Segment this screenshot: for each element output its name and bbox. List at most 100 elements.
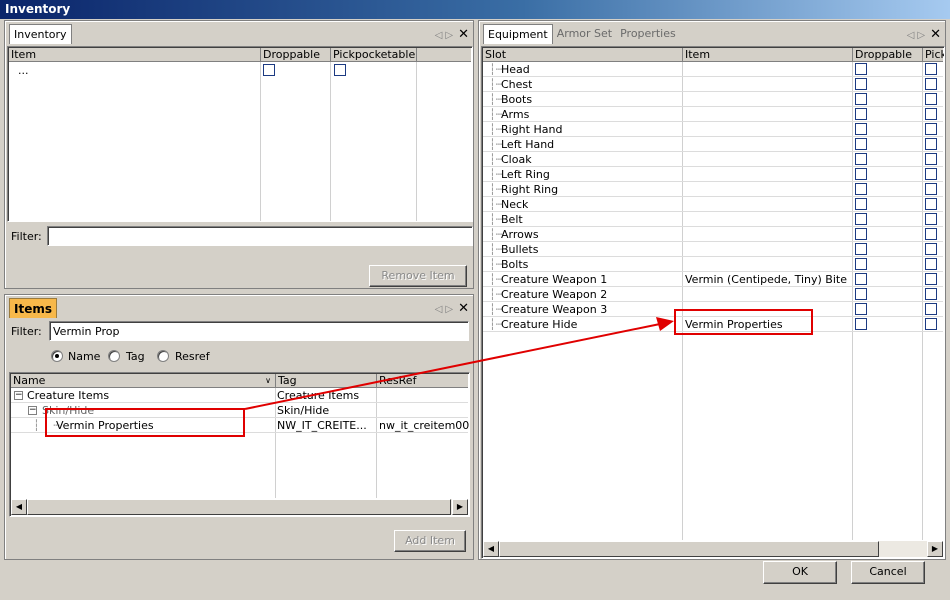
items-filter-input[interactable]: Vermin Prop xyxy=(49,321,469,341)
droppable-checkbox[interactable] xyxy=(855,243,867,255)
tab-properties[interactable]: Properties xyxy=(616,24,680,44)
equipment-item-value[interactable] xyxy=(685,77,851,92)
equipment-item-value[interactable] xyxy=(685,62,851,77)
equipment-row[interactable]: ┆┄ Right Hand xyxy=(483,122,943,137)
scroll-thumb[interactable] xyxy=(499,541,879,557)
pickpocketable-checkbox[interactable] xyxy=(925,153,937,165)
tab-equipment[interactable]: Equipment xyxy=(483,24,553,44)
items-tree-grid[interactable]: Name ∨ Tag ResRef − Creature Items Creat… xyxy=(9,372,470,517)
ok-button[interactable]: OK xyxy=(763,561,837,584)
equipment-item-value[interactable] xyxy=(685,107,851,122)
pane-next-icon[interactable]: ▷ xyxy=(445,304,456,315)
pickpocketable-checkbox[interactable] xyxy=(925,63,937,75)
scroll-right-icon[interactable]: ▶ xyxy=(452,499,468,515)
droppable-checkbox[interactable] xyxy=(855,303,867,315)
droppable-checkbox[interactable] xyxy=(855,153,867,165)
droppable-checkbox[interactable] xyxy=(855,183,867,195)
tab-inventory[interactable]: Inventory xyxy=(9,24,72,44)
equipment-row[interactable]: ┆┄ Boots xyxy=(483,92,943,107)
equipment-item-value[interactable] xyxy=(685,197,851,212)
droppable-checkbox[interactable] xyxy=(855,288,867,300)
equipment-item-value[interactable]: Vermin (Centipede, Tiny) Bite xyxy=(685,272,851,287)
equipment-item-value[interactable] xyxy=(685,152,851,167)
equipment-row[interactable]: ┆┄ Left Ring xyxy=(483,167,943,182)
cancel-button[interactable]: Cancel xyxy=(851,561,925,584)
droppable-checkbox[interactable] xyxy=(855,198,867,210)
equipment-row[interactable]: ┆┄ Bullets xyxy=(483,242,943,257)
pane-prev-icon[interactable]: ◁ xyxy=(907,30,918,41)
column-header-droppable[interactable]: Droppable xyxy=(853,48,923,62)
pane-next-icon[interactable]: ▷ xyxy=(445,30,456,41)
droppable-checkbox[interactable] xyxy=(855,168,867,180)
inventory-filter-input[interactable] xyxy=(47,226,473,246)
radio-resref[interactable] xyxy=(157,350,169,362)
equipment-item-value[interactable] xyxy=(685,257,851,272)
pickpocketable-checkbox[interactable] xyxy=(925,303,937,315)
inventory-grid[interactable]: Item Droppable Pickpocketable ... xyxy=(7,46,473,222)
equipment-horizontal-scrollbar[interactable]: ◀ ▶ xyxy=(483,541,943,557)
scroll-thumb[interactable] xyxy=(27,499,451,515)
column-header-resref[interactable]: ResRef xyxy=(377,374,469,388)
tab-items[interactable]: Items xyxy=(9,298,57,318)
remove-item-button[interactable]: Remove Item xyxy=(369,265,467,287)
droppable-checkbox[interactable] xyxy=(855,273,867,285)
pickpocketable-checkbox[interactable] xyxy=(925,183,937,195)
close-icon[interactable]: ✕ xyxy=(458,27,469,42)
column-header-item[interactable]: Item xyxy=(683,48,853,62)
equipment-item-value[interactable] xyxy=(685,212,851,227)
tree-collapse-icon[interactable]: − xyxy=(28,406,37,415)
column-header-pickpocketable[interactable]: Pickp xyxy=(923,48,944,62)
equipment-item-value[interactable] xyxy=(685,242,851,257)
droppable-checkbox[interactable] xyxy=(855,108,867,120)
tab-armor-set[interactable]: Armor Set xyxy=(553,24,616,44)
column-header-name[interactable]: Name ∨ xyxy=(11,374,276,388)
add-item-button[interactable]: Add Item xyxy=(394,530,466,552)
pickpocketable-checkbox[interactable] xyxy=(925,93,937,105)
equipment-row[interactable]: ┆┄ Neck xyxy=(483,197,943,212)
droppable-checkbox[interactable] xyxy=(855,318,867,330)
inventory-pickpocketable-checkbox[interactable] xyxy=(334,64,346,76)
pickpocketable-checkbox[interactable] xyxy=(925,243,937,255)
pickpocketable-checkbox[interactable] xyxy=(925,288,937,300)
tree-row[interactable]: − Creature Items Creature Items xyxy=(11,388,468,403)
droppable-checkbox[interactable] xyxy=(855,213,867,225)
column-header-item[interactable]: Item xyxy=(9,48,261,62)
column-header-pickpocketable[interactable]: Pickpocketable xyxy=(331,48,417,62)
equipment-row[interactable]: ┆┄ Arrows xyxy=(483,227,943,242)
equipment-row[interactable]: ┆┄ Cloak xyxy=(483,152,943,167)
pickpocketable-checkbox[interactable] xyxy=(925,138,937,150)
pickpocketable-checkbox[interactable] xyxy=(925,228,937,240)
droppable-checkbox[interactable] xyxy=(855,78,867,90)
equipment-row[interactable]: ┆┄ Bolts xyxy=(483,257,943,272)
inventory-droppable-checkbox[interactable] xyxy=(263,64,275,76)
pickpocketable-checkbox[interactable] xyxy=(925,258,937,270)
equipment-item-value[interactable] xyxy=(685,182,851,197)
equipment-item-value[interactable] xyxy=(685,92,851,107)
column-header-droppable[interactable]: Droppable xyxy=(261,48,331,62)
pickpocketable-checkbox[interactable] xyxy=(925,318,937,330)
droppable-checkbox[interactable] xyxy=(855,123,867,135)
droppable-checkbox[interactable] xyxy=(855,63,867,75)
pickpocketable-checkbox[interactable] xyxy=(925,108,937,120)
equipment-row[interactable]: ┆┄ Creature Weapon 1 Vermin (Centipede, Ti… xyxy=(483,272,943,287)
pickpocketable-checkbox[interactable] xyxy=(925,168,937,180)
equipment-row[interactable]: ┆┄ Chest xyxy=(483,77,943,92)
equipment-row[interactable]: ┆┄ Head xyxy=(483,62,943,77)
scroll-left-icon[interactable]: ◀ xyxy=(11,499,27,515)
droppable-checkbox[interactable] xyxy=(855,93,867,105)
equipment-row[interactable]: ┆┄ Belt xyxy=(483,212,943,227)
close-icon[interactable]: ✕ xyxy=(930,27,941,42)
equipment-item-value[interactable] xyxy=(685,227,851,242)
equipment-grid[interactable]: Slot Item Droppable Pickp ┆┄Head┆┄Chest┆… xyxy=(481,46,945,559)
droppable-checkbox[interactable] xyxy=(855,138,867,150)
pickpocketable-checkbox[interactable] xyxy=(925,198,937,210)
pickpocketable-checkbox[interactable] xyxy=(925,213,937,225)
scroll-left-icon[interactable]: ◀ xyxy=(483,541,499,557)
scroll-right-icon[interactable]: ▶ xyxy=(927,541,943,557)
equipment-item-value[interactable] xyxy=(685,167,851,182)
equipment-row[interactable]: ┆┄ Right Ring xyxy=(483,182,943,197)
equipment-item-value[interactable] xyxy=(685,287,851,302)
items-horizontal-scrollbar[interactable]: ◀ ▶ xyxy=(11,499,468,515)
close-icon[interactable]: ✕ xyxy=(458,301,469,316)
equipment-row[interactable]: ┆┄ Left Hand xyxy=(483,137,943,152)
